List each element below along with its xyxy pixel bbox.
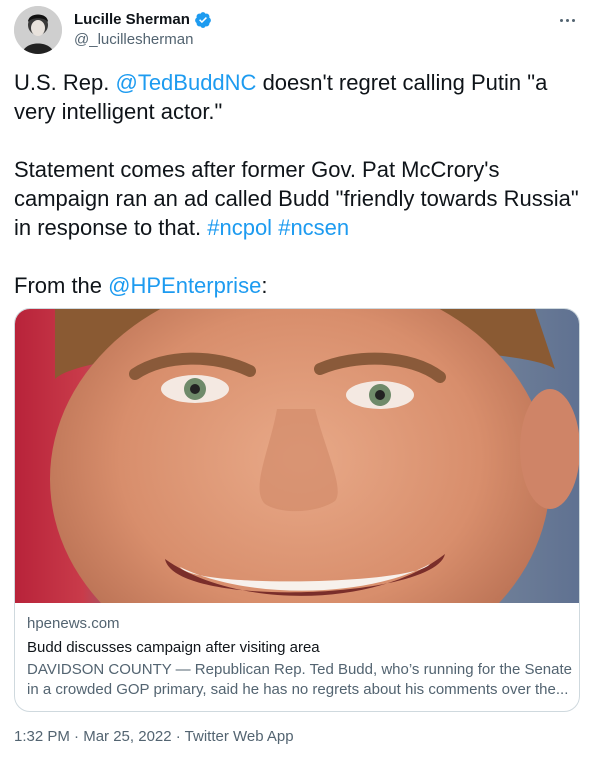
link-preview-card[interactable]: hpenews.com Budd discusses campaign afte… <box>14 308 580 712</box>
tweet-time[interactable]: 1:32 PM <box>14 728 70 745</box>
tweet-header: Lucille Sherman @_lucillesherman <box>14 6 579 56</box>
text-segment: : <box>261 273 268 298</box>
tweet-text: U.S. Rep. @TedBuddNC doesn't regret call… <box>14 68 580 300</box>
mention-hpenterprise[interactable]: @HPEnterprise <box>108 273 261 298</box>
text-segment: U.S. Rep. <box>14 70 116 95</box>
avatar[interactable] <box>14 6 62 54</box>
tweet-paragraph-2: Statement comes after former Gov. Pat Mc… <box>14 155 580 242</box>
tweet-footer: 1:32 PM · Mar 25, 2022 · Twitter Web App <box>14 727 294 747</box>
more-options-icon[interactable] <box>555 10 579 30</box>
tweet-paragraph-3: From the @HPEnterprise: <box>14 271 580 300</box>
hashtag-ncpol[interactable]: #ncpol <box>207 215 272 240</box>
display-name[interactable]: Lucille Sherman <box>74 10 190 30</box>
card-image[interactable] <box>15 309 579 603</box>
display-name-row[interactable]: Lucille Sherman <box>74 10 212 30</box>
tweet-date[interactable]: Mar 25, 2022 <box>83 728 171 745</box>
mention-tedbuddnc[interactable]: @TedBuddNC <box>115 70 256 95</box>
author-block: Lucille Sherman @_lucillesherman <box>74 10 212 50</box>
tweet: Lucille Sherman @_lucillesherman U.S. Re… <box>0 0 593 758</box>
card-title: Budd discusses campaign after visiting a… <box>27 639 320 656</box>
separator: · <box>69 728 84 745</box>
hashtag-ncsen[interactable]: #ncsen <box>278 215 349 240</box>
card-domain: hpenews.com <box>27 615 120 632</box>
verified-badge-icon <box>194 12 211 28</box>
tweet-paragraph-1: U.S. Rep. @TedBuddNC doesn't regret call… <box>14 68 580 126</box>
separator: · <box>171 728 185 745</box>
handle[interactable]: @_lucillesherman <box>74 30 212 50</box>
text-segment: From the <box>14 273 109 298</box>
card-description: DAVIDSON COUNTY — Republican Rep. Ted Bu… <box>27 661 572 698</box>
tweet-source[interactable]: Twitter Web App <box>185 728 294 745</box>
card-meta: hpenews.com Budd discusses campaign afte… <box>27 614 572 700</box>
